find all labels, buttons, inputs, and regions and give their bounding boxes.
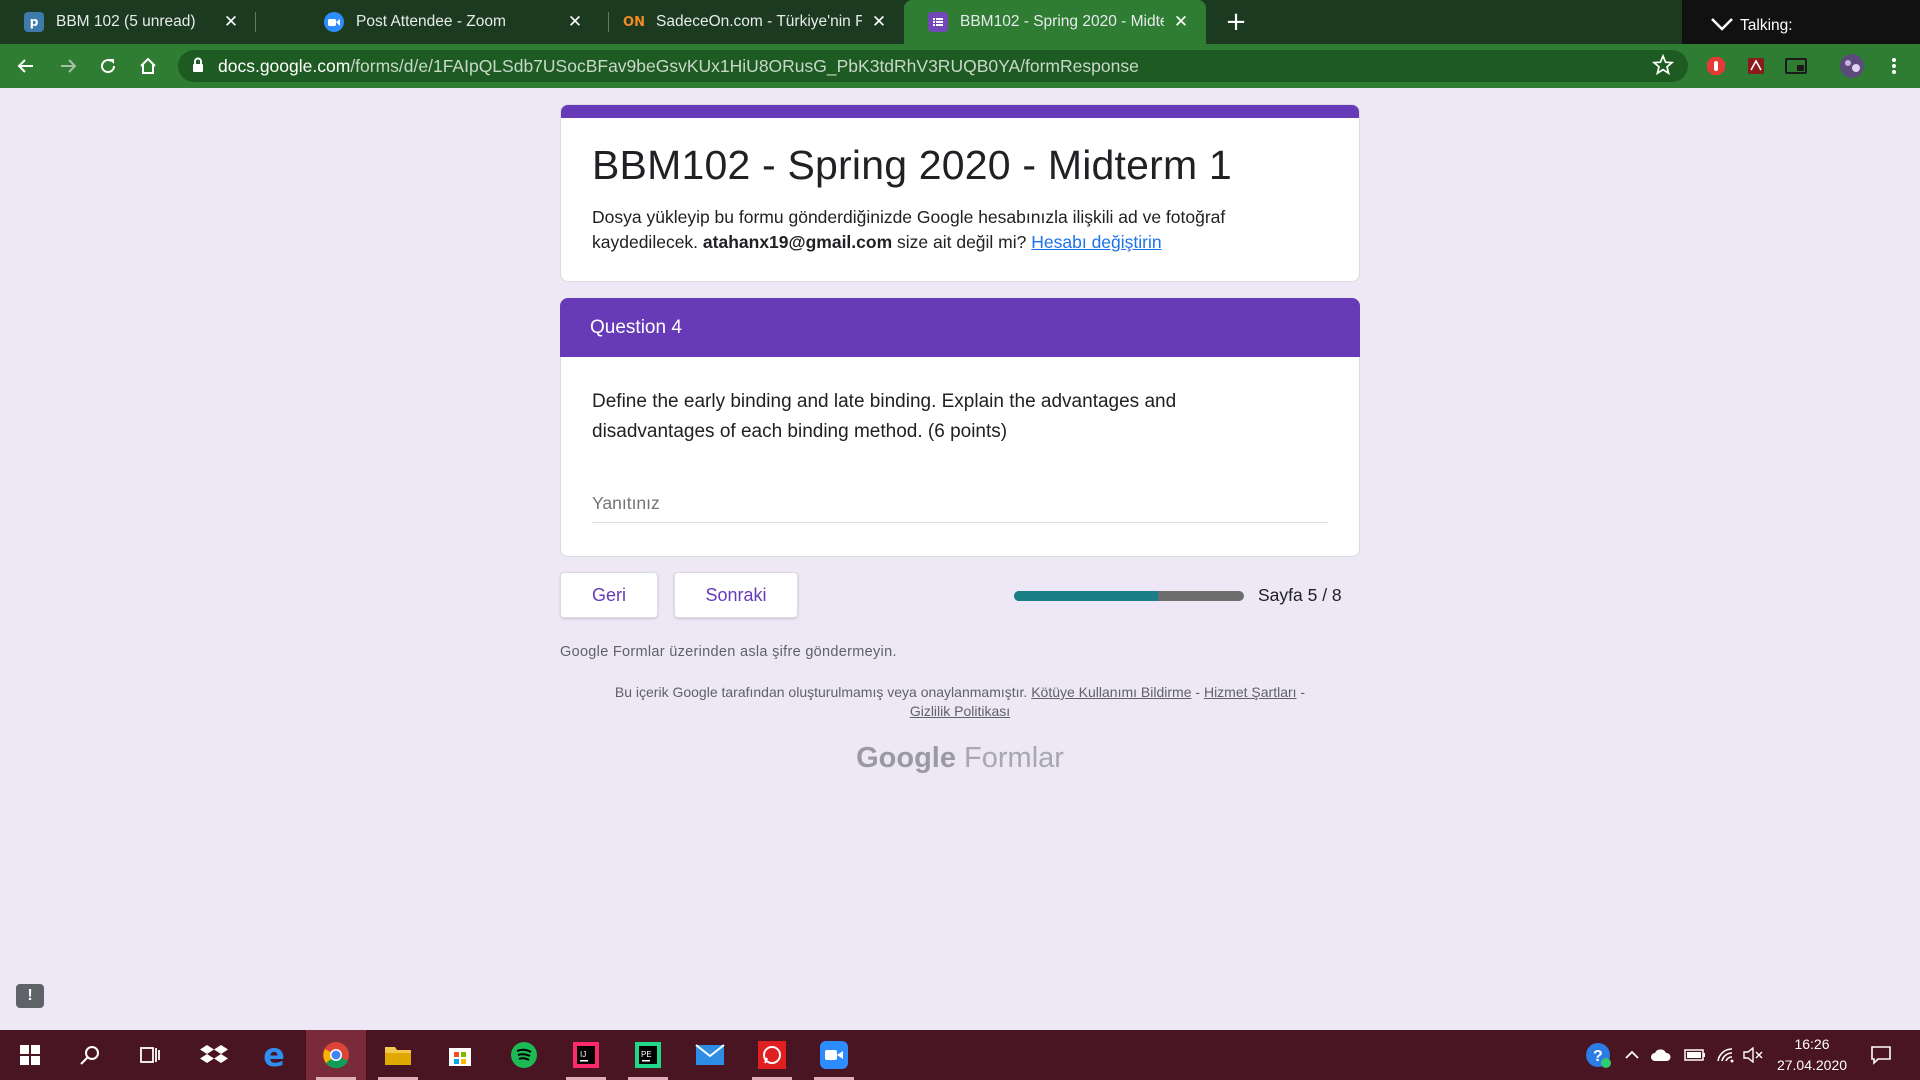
separator: - [1195, 684, 1201, 700]
new-tab-button[interactable]: + [1220, 6, 1252, 38]
bookmark-star-icon[interactable] [1651, 53, 1675, 81]
description-suffix: size ait değil mi? [897, 232, 1027, 252]
question-card: Define the early binding and late bindin… [560, 357, 1360, 557]
section-header: Question 4 [560, 298, 1360, 358]
tab-title: BBM 102 (5 unread) [56, 13, 196, 30]
tab-separator [255, 12, 256, 32]
pycharm-icon[interactable]: PE [618, 1030, 678, 1080]
back-button[interactable]: Geri [560, 572, 658, 618]
file-explorer-icon[interactable] [368, 1030, 428, 1080]
svg-text:PE: PE [641, 1050, 652, 1059]
microsoft-store-icon[interactable] [430, 1030, 490, 1080]
google-forms-logo[interactable]: Google Formlar [560, 742, 1360, 775]
progress-bar [1014, 591, 1244, 601]
notifications-icon[interactable] [1870, 1030, 1892, 1080]
dropbox-icon[interactable] [184, 1030, 244, 1080]
help-tray-icon[interactable]: ? [1584, 1030, 1612, 1080]
pdf-extension-icon[interactable] [1744, 54, 1768, 78]
clock-time: 16:26 [1794, 1036, 1830, 1052]
progress-fill [1014, 591, 1158, 601]
mail-icon[interactable] [680, 1030, 740, 1080]
search-icon[interactable] [60, 1030, 120, 1080]
edge-icon[interactable]: e [244, 1030, 304, 1080]
back-arrow-icon[interactable] [10, 50, 42, 82]
forward-arrow-icon[interactable] [52, 50, 84, 82]
report-abuse-link[interactable]: Kötüye Kullanımı Bildirme [1031, 684, 1191, 700]
zoom-icon [324, 12, 344, 32]
cast-extension-icon[interactable] [1784, 54, 1808, 78]
tab-piazza[interactable]: p BBM 102 (5 unread) ✕ [0, 0, 256, 44]
chevron-down-icon[interactable] [1710, 16, 1734, 37]
piazza-icon: p [24, 12, 44, 32]
talking-label: Talking: [1740, 17, 1793, 34]
wifi-icon[interactable] [1716, 1030, 1736, 1080]
tab-title: Post Attendee - Zoom [356, 13, 506, 30]
disclaimer: Bu içerik Google tarafından oluşturulmam… [560, 683, 1360, 721]
google-forms-icon [928, 12, 948, 32]
switch-account-link[interactable]: Hesabı değiştirin [1031, 232, 1161, 252]
lock-icon[interactable] [192, 57, 204, 78]
disclaimer-text: Bu içerik Google tarafından oluşturulmam… [614, 684, 1028, 700]
tab-zoom[interactable]: Post Attendee - Zoom ✕ [300, 0, 600, 44]
privacy-link[interactable]: Gizlilik Politikası [910, 703, 1010, 719]
onedrive-icon[interactable] [1650, 1030, 1672, 1080]
chevron-up-icon[interactable] [1624, 1030, 1640, 1080]
url-path: /forms/d/e/1FAIpQLSdb7USocBFav9beGsvKUx1… [350, 56, 1139, 76]
tab-title: BBM102 - Spring 2020 - Midterm [960, 13, 1164, 30]
tab-sadeceon[interactable]: ON SadeceOn.com - Türkiye'nin Free ✕ [600, 0, 904, 44]
sadeceon-icon: ON [623, 14, 645, 30]
description-line: Dosya yükleyip bu formu gönderdiğinizde … [592, 207, 1226, 227]
whatsapp-icon[interactable] [742, 1030, 802, 1080]
volume-muted-icon[interactable] [1742, 1030, 1764, 1080]
tab-google-forms[interactable]: BBM102 - Spring 2020 - Midterm ✕ [904, 0, 1206, 44]
form-header-card: BBM102 - Spring 2020 - Midterm 1 Dosya y… [560, 104, 1360, 282]
kebab-menu-icon[interactable] [1882, 54, 1906, 78]
next-button[interactable]: Sonraki [674, 572, 798, 618]
close-icon[interactable]: ✕ [564, 11, 586, 33]
home-icon[interactable] [132, 50, 164, 82]
question-text: Define the early binding and late bindin… [592, 391, 1177, 442]
terms-link[interactable]: Hizmet Şartları [1204, 684, 1297, 700]
task-view-icon[interactable] [120, 1030, 180, 1080]
adblock-extension-icon[interactable] [1704, 54, 1728, 78]
feedback-icon[interactable]: ! [16, 984, 44, 1008]
form-title: BBM102 - Spring 2020 - Midterm 1 [592, 142, 1232, 188]
accent-bar [561, 105, 1359, 118]
chrome-icon[interactable] [306, 1030, 366, 1080]
page-indicator: Sayfa 5 / 8 [1258, 585, 1342, 605]
battery-icon[interactable] [1684, 1030, 1706, 1080]
url-text[interactable]: docs.google.com/forms/d/e/1FAIpQLSdb7USo… [218, 54, 1139, 78]
form-description: Dosya yükleyip bu formu gönderdiğinizde … [592, 205, 1332, 255]
url-host: docs.google.com [218, 56, 351, 76]
account-email: atahanx19@gmail.com [702, 232, 893, 252]
spotify-icon[interactable] [494, 1030, 554, 1080]
windows-start-icon[interactable] [0, 1030, 60, 1080]
profile-avatar[interactable] [1838, 54, 1866, 78]
zoom-taskbar-icon[interactable] [804, 1030, 864, 1080]
close-icon[interactable]: ✕ [868, 11, 890, 33]
system-clock[interactable]: 16:26 27.04.2020 [1770, 1034, 1854, 1076]
tab-title: SadeceOn.com - Türkiye'nin Free [656, 13, 862, 30]
logo-google: Google [856, 742, 956, 774]
password-warning: Google Formlar üzerinden asla şifre gönd… [560, 644, 897, 660]
intellij-icon[interactable]: IJ [556, 1030, 616, 1080]
close-icon[interactable]: ✕ [1170, 11, 1192, 33]
description-prefix: kaydedilecek. [592, 232, 699, 252]
answer-input[interactable]: Yanıtınız [592, 487, 1328, 523]
close-icon[interactable]: ✕ [220, 11, 242, 33]
clock-date: 27.04.2020 [1776, 1057, 1848, 1073]
separator: - [1300, 684, 1306, 700]
reload-icon[interactable] [92, 50, 124, 82]
logo-forms: Formlar [964, 742, 1064, 774]
svg-text:IJ: IJ [580, 1050, 586, 1059]
